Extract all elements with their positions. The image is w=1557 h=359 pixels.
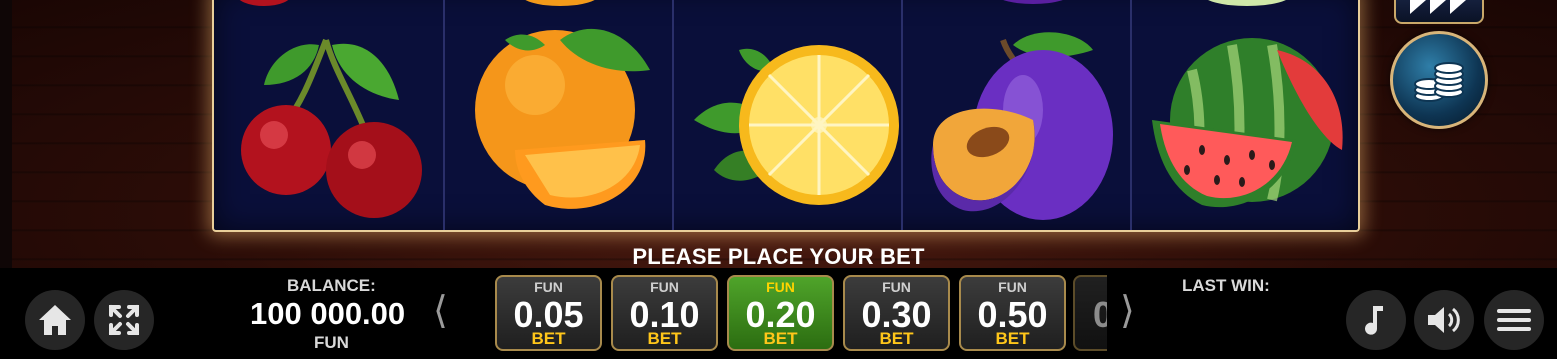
bet-option-0-10[interactable]: FUN 0.10 BET bbox=[611, 275, 718, 351]
bet-option-0-05[interactable]: FUN 0.05 BET bbox=[495, 275, 602, 351]
reel-1 bbox=[214, 0, 443, 230]
home-icon bbox=[39, 305, 71, 335]
orange-symbol bbox=[475, 0, 650, 209]
bet-option-0-30[interactable]: FUN 0.30 BET bbox=[843, 275, 950, 351]
coins-button[interactable] bbox=[1390, 31, 1488, 129]
bet-option-0-50[interactable]: FUN 0.50 BET bbox=[959, 275, 1066, 351]
turbo-icon bbox=[1410, 0, 1466, 14]
balance-currency: FUN bbox=[314, 333, 349, 352]
bets-scroll-left-arrow[interactable]: ⟨ bbox=[433, 288, 448, 333]
fullscreen-icon bbox=[109, 305, 139, 335]
menu-button[interactable] bbox=[1484, 290, 1544, 350]
balance-value: 100 000.00 bbox=[250, 296, 406, 331]
balance-label: BALANCE: bbox=[287, 276, 376, 295]
watermelon-symbol bbox=[1152, 0, 1343, 208]
plum-symbol bbox=[931, 0, 1113, 220]
sound-button[interactable] bbox=[1414, 290, 1474, 350]
reel-4 bbox=[901, 0, 1132, 230]
home-button[interactable] bbox=[25, 290, 85, 350]
sound-icon bbox=[1428, 307, 1460, 333]
bet-option-partial[interactable]: 0 bbox=[1073, 275, 1107, 351]
fullscreen-button[interactable] bbox=[94, 290, 154, 350]
bet-option-partial-inner: 0 bbox=[1073, 275, 1107, 351]
menu-icon bbox=[1497, 309, 1531, 331]
cherry-symbol bbox=[239, 0, 422, 218]
reel-2 bbox=[443, 0, 674, 230]
bet-option-0-20-selected[interactable]: FUN 0.20 BET bbox=[727, 275, 834, 351]
reel-5 bbox=[1130, 0, 1358, 230]
music-icon bbox=[1365, 306, 1383, 335]
reels-board bbox=[212, 0, 1360, 232]
reel-3 bbox=[672, 0, 903, 230]
bets-scroll-right-arrow[interactable]: ⟩ bbox=[1120, 288, 1135, 333]
last-win-label: LAST WIN: bbox=[1182, 276, 1270, 295]
music-button[interactable] bbox=[1346, 290, 1406, 350]
bet-prompt: PLEASE PLACE YOUR BET bbox=[632, 244, 925, 269]
turbo-button[interactable] bbox=[1394, 0, 1484, 24]
coins-icon bbox=[1414, 62, 1464, 102]
lemon-symbol bbox=[694, 45, 899, 205]
